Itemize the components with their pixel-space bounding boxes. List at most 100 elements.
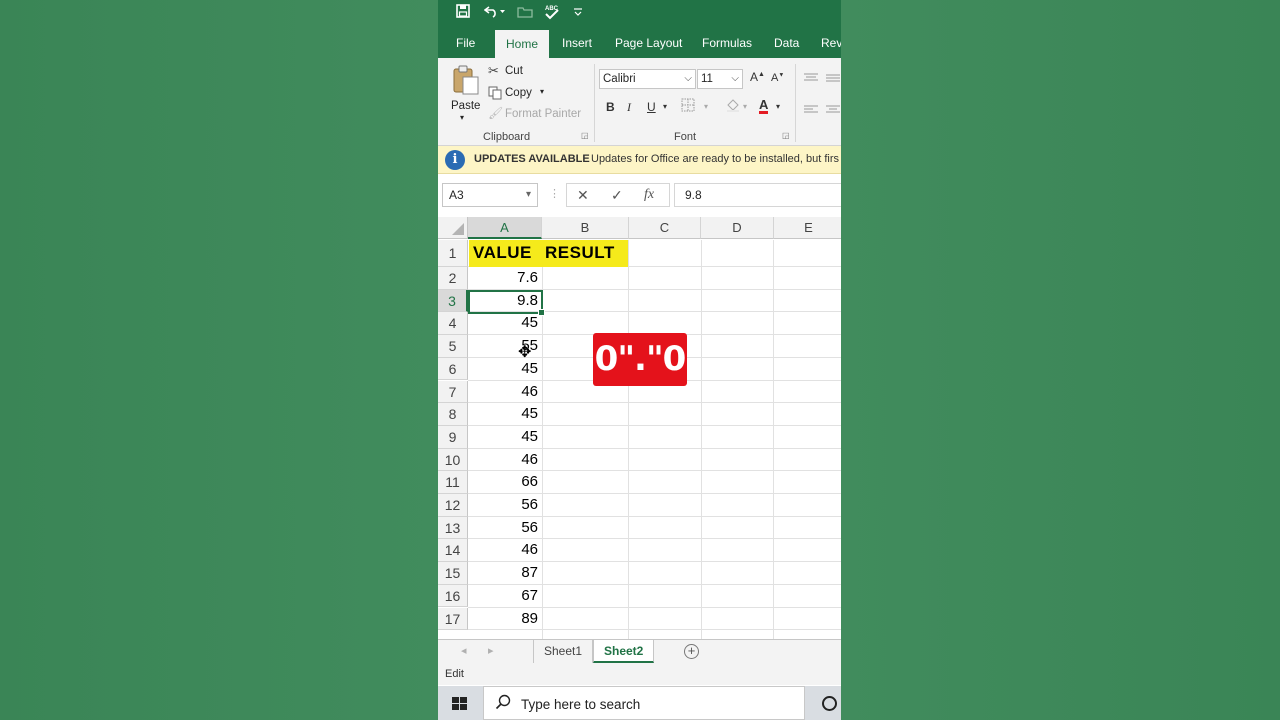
clipboard-launcher-icon[interactable]: ◲ <box>581 131 589 140</box>
cell-a17[interactable]: 89 <box>469 608 538 631</box>
cell-a16[interactable]: 67 <box>469 585 538 608</box>
spreadsheet-grid[interactable]: A B C D E 1 2 7.6 3 9.8 4 45 5 55 6 45 7 46 8 45 9 45 10 4… <box>438 216 841 639</box>
chevron-down-icon[interactable] <box>573 4 583 24</box>
row-header-6[interactable]: 6 <box>438 357 468 381</box>
format-painter-button[interactable]: 🖌 Format Painter <box>486 106 586 124</box>
row-header-12[interactable]: 12 <box>438 494 468 517</box>
sheet-tab-sheet1[interactable]: Sheet1 <box>533 640 594 663</box>
underline-dropdown-icon[interactable]: ▾ <box>663 102 667 111</box>
format-painter-label: Format Painter <box>505 108 582 120</box>
cell-a15[interactable]: 87 <box>469 562 538 585</box>
name-box-value: A3 <box>449 188 464 202</box>
row-header-4[interactable]: 4 <box>438 312 468 336</box>
resize-handle-icon[interactable]: ⋮ <box>549 187 560 200</box>
formula-input[interactable]: 9.8 <box>674 183 841 207</box>
row-header-9[interactable]: 9 <box>438 425 468 449</box>
borders-dropdown-icon[interactable]: ▾ <box>704 102 708 111</box>
copy-button[interactable]: Copy ▾ <box>486 85 556 103</box>
tab-home[interactable]: Home <box>495 30 550 58</box>
paste-button[interactable]: Paste ▾ <box>448 62 484 124</box>
row-header-17[interactable]: 17 <box>438 607 468 631</box>
tab-formulas[interactable]: Formulas <box>702 28 752 58</box>
cell-a11[interactable]: 66 <box>469 471 538 494</box>
row-header-8[interactable]: 8 <box>438 403 468 426</box>
font-size-combo[interactable]: 11 ⌵ <box>697 69 743 89</box>
cell-b1[interactable]: RESULT <box>545 243 615 263</box>
add-sheet-icon[interactable]: + <box>684 644 699 659</box>
cell-a9[interactable]: 45 <box>469 426 538 449</box>
row-header-15[interactable]: 15 <box>438 562 468 585</box>
status-bar: Edit <box>438 663 841 685</box>
cell-a8[interactable]: 45 <box>469 403 538 426</box>
column-header-a[interactable]: A <box>468 217 542 239</box>
select-all-button[interactable] <box>438 217 468 239</box>
taskbar-search-box[interactable]: Type here to search <box>483 686 805 720</box>
cell-a12[interactable]: 56 <box>469 494 538 517</box>
tab-page-layout[interactable]: Page Layout <box>615 28 682 58</box>
row-header-3[interactable]: 3 <box>438 289 468 313</box>
font-color-dropdown-icon[interactable]: ▾ <box>776 102 780 111</box>
save-icon[interactable] <box>456 4 470 24</box>
row-header-10[interactable]: 10 <box>438 448 468 472</box>
format-overlay-badge: 0"."0 <box>593 333 687 386</box>
formula-buttons: ✕ ✓ fx <box>566 183 670 207</box>
borders-icon[interactable] <box>681 98 695 115</box>
undo-icon[interactable] <box>483 4 506 24</box>
windows-start-icon[interactable] <box>452 697 467 711</box>
row-header-14[interactable]: 14 <box>438 539 468 563</box>
tab-review[interactable]: Revi <box>821 28 841 58</box>
cortana-icon[interactable] <box>822 696 837 711</box>
active-cell-border <box>468 290 545 316</box>
column-header-c[interactable]: C <box>629 217 701 239</box>
row-header-2[interactable]: 2 <box>438 267 468 290</box>
info-icon: i <box>445 150 465 170</box>
background-right <box>841 0 1280 720</box>
font-family-combo[interactable]: Calibri ⌵ <box>599 69 696 89</box>
name-box[interactable]: A3 ▾ <box>442 183 538 207</box>
fill-color-icon[interactable] <box>725 97 741 116</box>
tab-file[interactable]: File <box>456 28 475 58</box>
row-header-13[interactable]: 13 <box>438 516 468 540</box>
underline-button[interactable]: U <box>647 100 656 114</box>
cut-button[interactable]: ✂ Cut <box>486 63 546 81</box>
sheet-tab-sheet2[interactable]: Sheet2 <box>593 640 655 663</box>
fill-color-dropdown-icon[interactable]: ▾ <box>743 102 747 111</box>
column-header-b[interactable]: B <box>542 217 629 239</box>
bold-button[interactable]: B <box>606 100 615 114</box>
column-header-d[interactable]: D <box>701 217 774 239</box>
font-launcher-icon[interactable]: ◲ <box>782 131 790 140</box>
row-header-5[interactable]: 5 <box>438 335 468 358</box>
cell-a1[interactable]: VALUE <box>473 243 532 263</box>
align-left-icon[interactable] <box>804 102 818 120</box>
cell-a2[interactable]: 7.6 <box>469 267 538 290</box>
row-header-1[interactable]: 1 <box>438 240 468 267</box>
align-top-icon[interactable] <box>804 70 818 88</box>
prev-sheet-icon[interactable]: ◂ <box>461 644 467 657</box>
open-folder-icon[interactable] <box>517 4 533 24</box>
insert-function-icon[interactable]: fx <box>644 187 654 203</box>
cell-a13[interactable]: 56 <box>469 517 538 540</box>
confirm-entry-icon[interactable]: ✓ <box>611 187 623 204</box>
background-left <box>0 0 438 720</box>
sheet-tab-bar: ◂ ▸ Sheet1 Sheet2 + <box>438 639 841 663</box>
shrink-font-button[interactable]: A▼ <box>771 72 784 84</box>
align-middle-icon[interactable] <box>826 70 840 88</box>
cell-a10[interactable]: 46 <box>469 449 538 472</box>
next-sheet-icon[interactable]: ▸ <box>488 644 494 657</box>
font-color-button[interactable]: A <box>759 98 769 114</box>
tab-data[interactable]: Data <box>774 28 799 58</box>
spelling-check-icon[interactable]: ABC <box>544 4 560 24</box>
cell-a4[interactable]: 45 <box>469 312 538 335</box>
cell-a14[interactable]: 46 <box>469 539 538 562</box>
cancel-entry-icon[interactable]: ✕ <box>577 187 589 204</box>
tab-insert[interactable]: Insert <box>562 28 592 58</box>
copy-dropdown-icon: ▾ <box>540 87 545 96</box>
grow-font-button[interactable]: A▲ <box>750 70 765 84</box>
italic-button[interactable]: I <box>627 100 631 115</box>
cell-a7[interactable]: 46 <box>469 381 538 404</box>
row-header-16[interactable]: 16 <box>438 584 468 608</box>
column-header-e[interactable]: E <box>774 217 841 239</box>
row-header-7[interactable]: 7 <box>438 380 468 404</box>
align-center-icon[interactable] <box>826 102 840 120</box>
row-header-11[interactable]: 11 <box>438 471 468 494</box>
